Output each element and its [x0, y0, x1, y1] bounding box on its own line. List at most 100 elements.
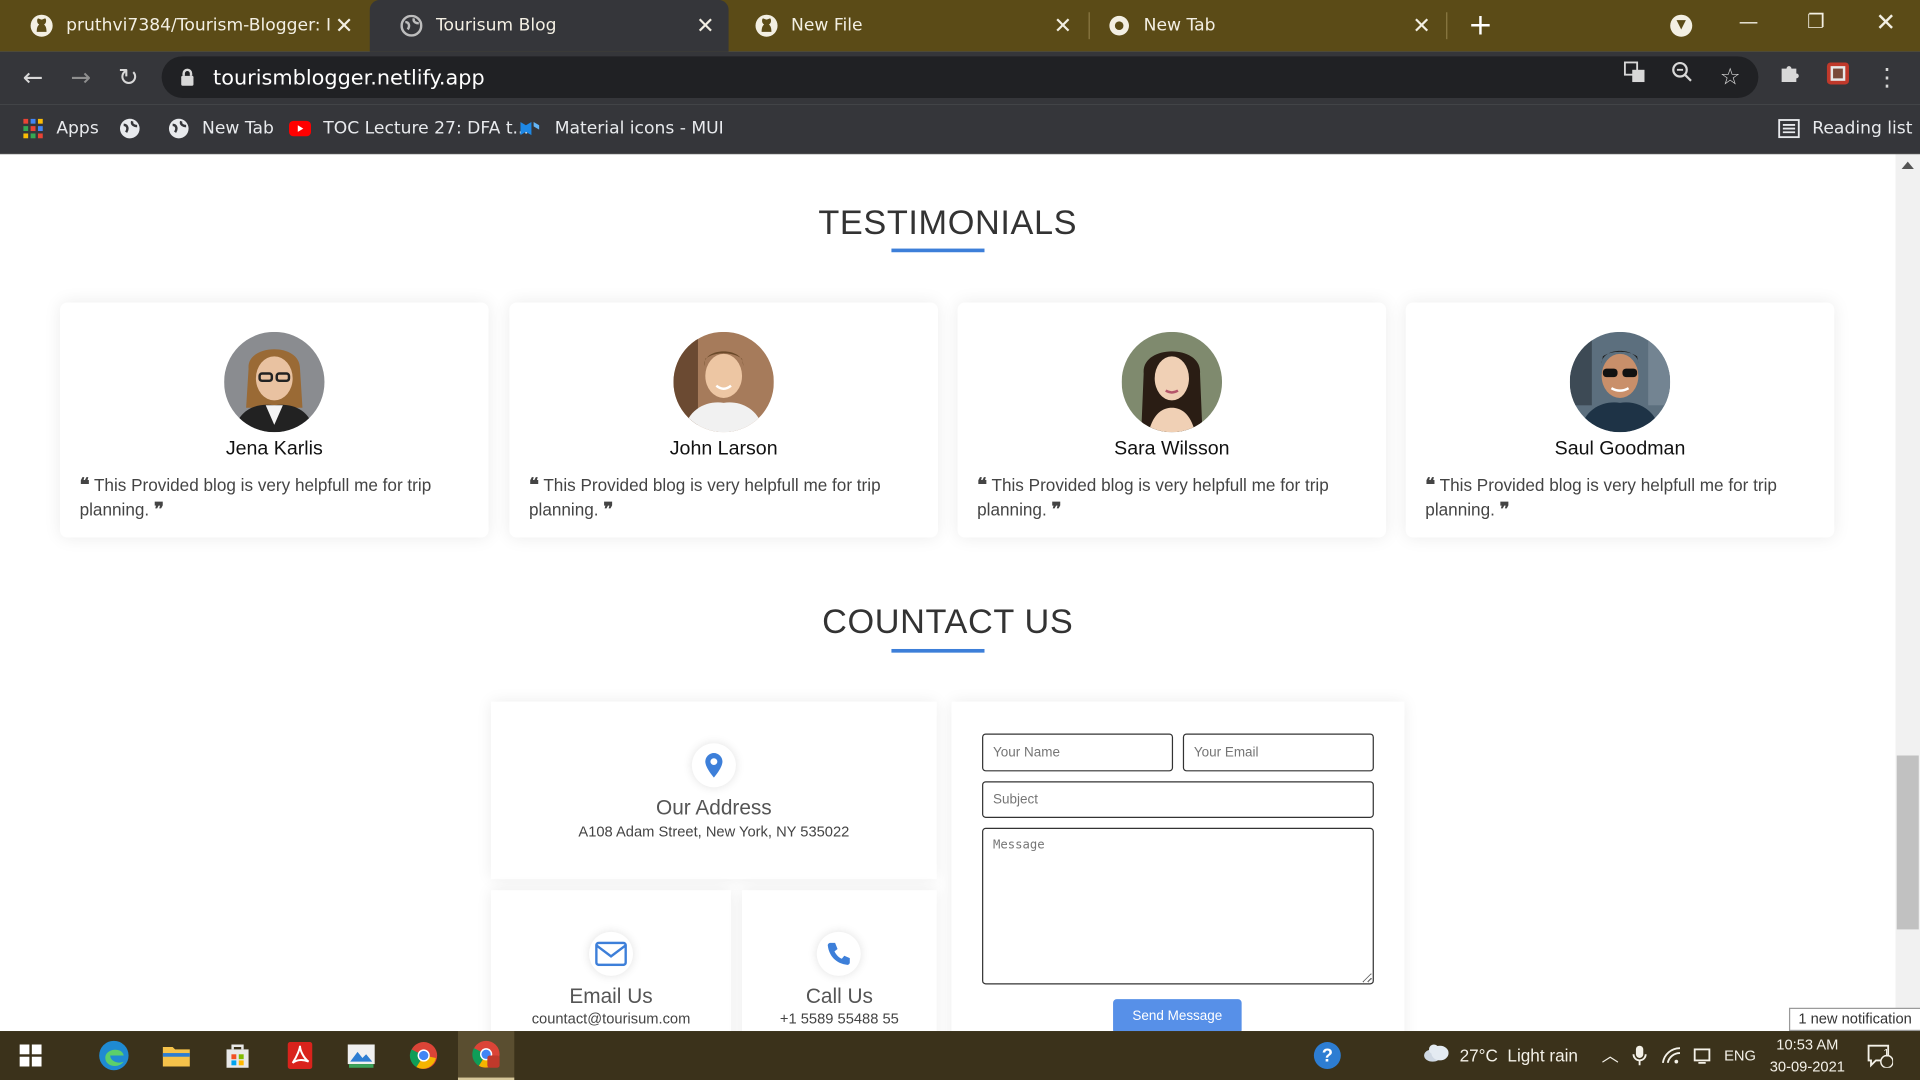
bookmark-new-tab[interactable]: New Tab: [168, 116, 274, 140]
edge-icon[interactable]: [86, 1031, 142, 1080]
browser-menu-icon[interactable]: ⋮: [1871, 61, 1903, 93]
phone-icon: [816, 931, 861, 976]
avatar: [1569, 331, 1671, 433]
windows-taskbar: ? 27°C Light rain ︿ ENG 10:53 AM 30-09-2…: [0, 1031, 1920, 1080]
phone-card: Call Us +1 5589 55488 55: [742, 890, 937, 1032]
action-center-icon[interactable]: 1: [1866, 1031, 1894, 1080]
restore-window-icon[interactable]: ❐: [1788, 0, 1844, 49]
file-explorer-icon[interactable]: [148, 1031, 204, 1080]
reading-list-button[interactable]: Reading list: [1778, 116, 1913, 140]
envelope-icon: [588, 931, 634, 976]
phone-value[interactable]: +1 5589 55488 55: [742, 1010, 937, 1027]
subject-input[interactable]: [982, 781, 1374, 818]
new-tab-plus-icon[interactable]: +: [1466, 7, 1495, 44]
system-clock[interactable]: 10:53 AM 30-09-2021: [1761, 1033, 1854, 1077]
close-tab-icon[interactable]: ✕: [331, 13, 358, 39]
minimize-window-icon[interactable]: —: [1720, 0, 1776, 49]
close-tab-icon[interactable]: ✕: [1049, 13, 1076, 39]
page-scrollbar[interactable]: [1895, 154, 1920, 1032]
quote-close-icon: ❞: [603, 498, 614, 521]
avatar: [224, 331, 325, 433]
github-icon: [754, 13, 778, 37]
reading-list-label: Reading list: [1812, 118, 1913, 139]
mui-icon: [520, 118, 542, 140]
bookmark-label: TOC Lecture 27: DFA t...: [323, 118, 529, 139]
quote-open-icon: ❝: [79, 473, 90, 496]
quote-close-icon: ❞: [1499, 498, 1510, 521]
forward-arrow-icon[interactable]: →: [65, 61, 97, 93]
close-tab-icon[interactable]: ✕: [692, 13, 719, 39]
photo-viewer-icon[interactable]: [333, 1031, 389, 1080]
testimonial-card: John Larson ❝ This Provided blog is very…: [509, 302, 938, 538]
profile-avatar-icon[interactable]: [1822, 61, 1854, 93]
scroll-up-arrow-icon[interactable]: [1901, 161, 1914, 169]
tray-overflow-chevron-icon[interactable]: ︿: [1602, 1031, 1619, 1080]
chrome-icon[interactable]: [396, 1031, 452, 1080]
bookmarks-bar: Apps New Tab TOC Lecture 27: DFA t... Ma…: [0, 104, 1920, 155]
testimonial-text: This Provided blog is very helpfull me f…: [1425, 475, 1777, 520]
email-title: Email Us: [569, 984, 653, 1008]
translate-icon[interactable]: [1619, 61, 1651, 93]
testimonial-name: John Larson: [669, 438, 778, 460]
chrome-profile-icon[interactable]: [457, 1031, 515, 1080]
close-tab-icon[interactable]: ✕: [1408, 13, 1435, 39]
bookmark-star-icon[interactable]: ☆: [1714, 61, 1746, 93]
bookmark-label: Material icons - MUI: [554, 118, 724, 139]
phone-title: Call Us: [805, 984, 873, 1008]
name-input[interactable]: [982, 733, 1174, 772]
testimonial-card: Saul Goodman ❝ This Provided blog is ver…: [1405, 302, 1835, 538]
browser-toolbar: ← → ↻ tourismblogger.netlify.app ☆ ⋮: [0, 51, 1920, 105]
testimonial-text: This Provided blog is very helpfull me f…: [528, 475, 881, 520]
notification-toast[interactable]: 1 new notification: [1788, 1007, 1920, 1032]
reading-list-icon: [1778, 118, 1800, 140]
avatar: [673, 331, 774, 433]
bookmark-toc-lecture[interactable]: TOC Lecture 27: DFA t...: [288, 116, 529, 140]
scrollbar-thumb[interactable]: [1896, 755, 1919, 930]
map-pin-icon: [691, 743, 736, 788]
acrobat-icon[interactable]: [272, 1031, 328, 1080]
weather-text: 27°C Light rain: [1459, 1045, 1578, 1066]
bookmark-label: Apps: [56, 118, 99, 139]
tab-new-file[interactable]: New File ✕: [725, 0, 1086, 51]
clock-date: 30-09-2021: [1769, 1057, 1845, 1076]
web-page: TESTIMONIALS Jena Karlis ❝ This Provided…: [0, 154, 1896, 1032]
reload-icon[interactable]: ↻: [113, 61, 145, 93]
address-title: Our Address: [656, 795, 772, 820]
testimonial-quote: ❝ This Provided blog is very helpfull me…: [1425, 473, 1805, 522]
globe-icon: [168, 118, 190, 140]
globe-icon: [119, 118, 141, 140]
display-icon[interactable]: [1692, 1031, 1712, 1080]
help-icon[interactable]: ?: [1313, 1031, 1342, 1080]
close-window-icon[interactable]: ✕: [1858, 0, 1914, 49]
wifi-icon[interactable]: [1661, 1031, 1684, 1080]
tab-new-tab[interactable]: New Tab ✕: [1078, 0, 1445, 51]
globe-icon: [399, 13, 423, 37]
send-message-button[interactable]: Send Message: [1113, 999, 1242, 1032]
quote-close-icon: ❞: [153, 498, 164, 521]
testimonial-card: Jena Karlis ❝ This Provided blog is very…: [60, 302, 489, 538]
testimonial-quote: ❝ This Provided blog is very helpfull me…: [80, 473, 460, 522]
email-input[interactable]: [1182, 733, 1374, 772]
store-icon[interactable]: [209, 1031, 265, 1080]
notification-count: 1: [1883, 1046, 1890, 1060]
extensions-puzzle-icon[interactable]: [1774, 61, 1806, 93]
bookmark-globe[interactable]: [119, 116, 153, 140]
zoom-icon[interactable]: [1667, 61, 1699, 93]
tab-search-dropdown-icon[interactable]: ▼: [1670, 14, 1693, 37]
microphone-icon[interactable]: [1632, 1031, 1647, 1080]
tab-github-repo[interactable]: pruthvi7384/Tourism-Blogger: I have ✕: [0, 0, 367, 51]
windows-start-icon[interactable]: [2, 1031, 58, 1080]
address-bar[interactable]: tourismblogger.netlify.app: [161, 56, 1759, 98]
bookmark-apps[interactable]: Apps: [22, 116, 99, 140]
tab-tourisum-blog[interactable]: Tourisum Blog ✕: [369, 0, 729, 52]
weather-widget[interactable]: 27°C Light rain: [1423, 1031, 1578, 1080]
testimonial-name: Saul Goodman: [1554, 438, 1686, 460]
back-arrow-icon[interactable]: ←: [17, 61, 49, 93]
language-indicator[interactable]: ENG: [1724, 1031, 1756, 1080]
contact-heading: COUNTACT US: [822, 602, 1074, 641]
email-value[interactable]: countact@tourisum.com: [491, 1010, 731, 1027]
testimonial-text: This Provided blog is very helpfull me f…: [977, 475, 1329, 520]
message-textarea[interactable]: [982, 827, 1374, 985]
quote-close-icon: ❞: [1051, 498, 1062, 521]
bookmark-material-icons[interactable]: Material icons - MUI: [520, 116, 724, 140]
